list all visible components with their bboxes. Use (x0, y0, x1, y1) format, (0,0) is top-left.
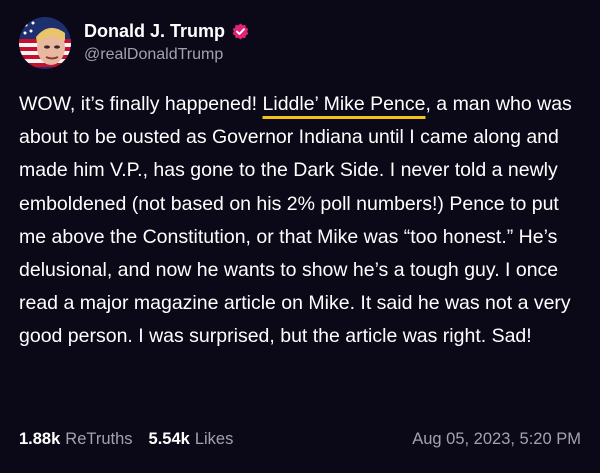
retruths-label: ReTruths (65, 430, 133, 448)
likes-count: 5.54k (148, 430, 190, 448)
author-block: Donald J. Trump @realDonaldTrump (84, 19, 249, 64)
post-timestamp[interactable]: Aug 05, 2023, 5:20 PM (412, 430, 581, 449)
post-text-after: , a man who was about to be ousted as Go… (19, 93, 572, 348)
flag-avatar-icon (19, 17, 71, 69)
post-text-before: WOW, it’s finally happened! (19, 93, 263, 115)
retruths-count: 1.88k (19, 430, 61, 448)
user-handle[interactable]: @realDonaldTrump (84, 46, 249, 64)
likes-label: Likes (194, 430, 234, 448)
name-row: Donald J. Trump (84, 19, 249, 43)
post-footer: 1.88k ReTruths 5.54k Likes Aug 05, 2023,… (19, 430, 581, 449)
likes-stat[interactable]: 5.54k Likes (149, 430, 234, 449)
avatar[interactable] (19, 17, 71, 69)
retruths-stat[interactable]: 1.88k ReTruths (19, 430, 133, 449)
mention-link[interactable]: Liddle’ Mike Pence (263, 93, 426, 115)
truth-post-card: Donald J. Trump @realDonaldTrump WOW, it… (0, 0, 600, 473)
display-name[interactable]: Donald J. Trump (84, 21, 225, 42)
post-body: WOW, it’s finally happened! Liddle’ Mike… (19, 88, 587, 354)
verified-badge-icon (232, 23, 249, 40)
